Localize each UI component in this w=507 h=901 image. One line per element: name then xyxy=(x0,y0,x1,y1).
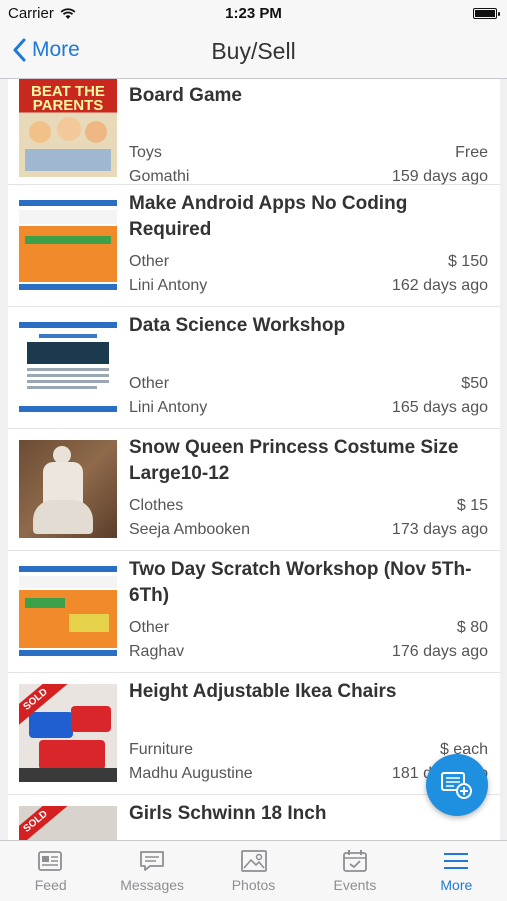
status-time: 1:23 PM xyxy=(225,5,282,22)
item-price: $ 150 xyxy=(447,253,488,270)
item-thumbnail xyxy=(19,562,117,660)
status-bar: Carrier 1:23 PM xyxy=(0,0,507,28)
item-seller: Lini Antony xyxy=(129,277,208,294)
item-category-row: Furniture $ each xyxy=(129,741,488,759)
item-category-row: Other $50 xyxy=(129,375,488,393)
item-thumbnail xyxy=(19,196,117,294)
item-meta-row: Seeja Ambooken 173 days ago xyxy=(129,521,488,539)
item-price: $50 xyxy=(461,375,488,392)
calendar-icon xyxy=(343,850,367,872)
item-info: Data Science Workshop Other $50 Lini Ant… xyxy=(129,313,488,428)
item-info: Snow Queen Princess Costume Size Large10… xyxy=(129,435,488,550)
listing-list[interactable]: BEAT THE PARENTS Board Game Toys Free Go… xyxy=(8,79,500,840)
item-thumbnail: BEAT THE PARENTS xyxy=(19,79,117,177)
tab-bar: Feed Messages Photos Events More xyxy=(0,840,507,901)
item-price: Free xyxy=(455,144,488,161)
board-game-box-title: BEAT THE PARENTS xyxy=(31,83,105,114)
tab-feed-label: Feed xyxy=(34,877,67,893)
menu-lines-icon xyxy=(444,853,469,869)
tab-photos[interactable]: Photos xyxy=(203,841,304,901)
battery-icon xyxy=(473,8,500,19)
item-price: $ 80 xyxy=(456,619,488,636)
item-price: $ 15 xyxy=(456,497,488,514)
item-title: Board Game xyxy=(129,85,242,106)
tab-more[interactable]: More xyxy=(406,841,507,901)
item-info: Two Day Scratch Workshop (Nov 5Th-6Th) O… xyxy=(129,557,488,672)
item-thumbnail: SOLD xyxy=(19,684,117,782)
add-listing-icon xyxy=(441,772,472,799)
item-age: 165 days ago xyxy=(391,399,488,416)
tab-events-label: Events xyxy=(333,877,377,893)
item-category-row: Other $ 150 xyxy=(129,253,488,271)
tab-events[interactable]: Events xyxy=(304,841,405,901)
item-age: 162 days ago xyxy=(391,277,488,294)
list-item[interactable]: SOLD Girls Schwinn 18 Inch xyxy=(8,795,500,840)
list-item[interactable]: BEAT THE PARENTS Board Game Toys Free Go… xyxy=(8,79,500,185)
list-item[interactable]: Snow Queen Princess Costume Size Large10… xyxy=(8,429,500,551)
navigation-bar: More Buy/Sell xyxy=(0,28,507,79)
list-item[interactable]: Make Android Apps No Coding Required Oth… xyxy=(8,185,500,307)
list-item[interactable]: Two Day Scratch Workshop (Nov 5Th-6Th) O… xyxy=(8,551,500,673)
item-category: Other xyxy=(129,253,170,270)
item-seller: Gomathi xyxy=(129,168,190,185)
item-category: Toys xyxy=(129,144,162,161)
item-seller: Raghav xyxy=(129,643,185,660)
tab-messages-label: Messages xyxy=(120,877,185,893)
item-meta-row: Raghav 176 days ago xyxy=(129,643,488,661)
item-thumbnail xyxy=(19,318,117,416)
tab-feed[interactable]: Feed xyxy=(0,841,101,901)
item-category-row: Clothes $ 15 xyxy=(129,497,488,515)
item-meta-row: Lini Antony 165 days ago xyxy=(129,399,488,417)
item-title: Two Day Scratch Workshop (Nov 5Th-6Th) xyxy=(129,559,472,606)
item-age: 176 days ago xyxy=(391,643,488,660)
item-category-row: Other $ 80 xyxy=(129,619,488,637)
page-title: Buy/Sell xyxy=(211,38,296,64)
chat-bubble-icon xyxy=(140,851,165,871)
item-info: Make Android Apps No Coding Required Oth… xyxy=(129,191,488,306)
item-meta-row: Lini Antony 162 days ago xyxy=(129,277,488,295)
item-thumbnail xyxy=(19,440,117,538)
item-info: Board Game Toys Free Gomathi 159 days ag… xyxy=(129,83,488,186)
tab-messages[interactable]: Messages xyxy=(101,841,202,901)
item-category: Other xyxy=(129,375,170,392)
add-listing-button[interactable] xyxy=(426,754,488,816)
item-category: Other xyxy=(129,619,170,636)
item-title: Make Android Apps No Coding Required xyxy=(129,193,408,240)
tab-more-label: More xyxy=(440,877,473,893)
item-seller: Seeja Ambooken xyxy=(129,521,250,538)
item-seller: Madhu Augustine xyxy=(129,765,253,782)
item-thumbnail: SOLD xyxy=(19,806,117,840)
item-seller: Lini Antony xyxy=(129,399,208,416)
list-item[interactable]: Data Science Workshop Other $50 Lini Ant… xyxy=(8,307,500,429)
item-category-row: Toys Free xyxy=(129,144,488,162)
item-title: Height Adjustable Ikea Chairs xyxy=(129,681,397,702)
item-category: Clothes xyxy=(129,497,184,514)
photo-icon xyxy=(240,850,267,872)
item-age: 159 days ago xyxy=(391,168,488,185)
tab-photos-label: Photos xyxy=(231,877,276,893)
item-title: Data Science Workshop xyxy=(129,315,346,336)
item-meta-row: Gomathi 159 days ago xyxy=(129,168,488,186)
item-title: Snow Queen Princess Costume Size Large10… xyxy=(129,437,459,484)
newspaper-icon xyxy=(37,851,62,871)
item-category: Furniture xyxy=(129,741,194,758)
item-age: 173 days ago xyxy=(391,521,488,538)
